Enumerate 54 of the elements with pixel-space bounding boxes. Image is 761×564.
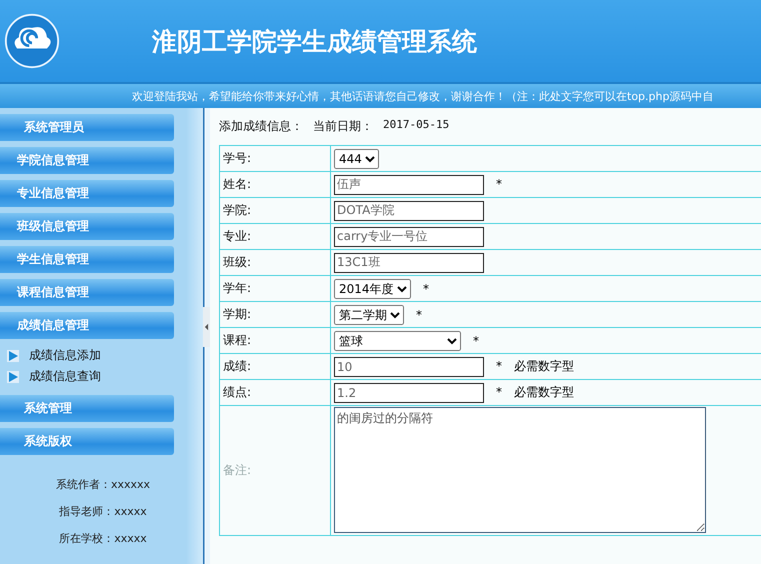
dropdown[interactable]: 篮球 bbox=[334, 330, 461, 350]
menu-header[interactable]: 系统版权 bbox=[0, 428, 174, 455]
input-field[interactable]: 伍声 bbox=[334, 174, 484, 194]
date-label: 当前日期： bbox=[313, 118, 373, 135]
field-label: 学年: bbox=[223, 281, 252, 295]
hint-text: 必需数字型 bbox=[514, 384, 574, 399]
field-label: 备注: bbox=[223, 463, 252, 477]
field-label: 学号: bbox=[223, 151, 252, 165]
menu-header[interactable]: 班级信息管理 bbox=[0, 213, 174, 240]
current-date: 2017-05-15 bbox=[383, 118, 450, 133]
cloud-logo-icon bbox=[4, 13, 60, 69]
field-label: 姓名: bbox=[223, 177, 252, 191]
field-label: 班级: bbox=[223, 255, 252, 269]
menu-header[interactable]: 成绩信息管理 bbox=[0, 312, 174, 339]
field-label: 学院: bbox=[223, 203, 252, 217]
field-label: 专业: bbox=[223, 229, 252, 243]
field-label: 成绩: bbox=[223, 359, 252, 373]
play-icon bbox=[7, 370, 19, 382]
input-field[interactable]: carry专业一号位 bbox=[334, 226, 484, 246]
remark-textarea[interactable]: 的闺房过的分隔符 bbox=[334, 407, 706, 533]
left-arrow-icon bbox=[204, 323, 209, 331]
required-mark: * bbox=[423, 282, 429, 296]
form-heading: 添加成绩信息： bbox=[219, 118, 303, 135]
dropdown[interactable]: 第二学期 bbox=[334, 304, 404, 324]
input-field[interactable]: 1.2 bbox=[334, 382, 484, 402]
input-field[interactable]: 13C1班 bbox=[334, 252, 484, 272]
required-mark: * bbox=[496, 176, 502, 191]
info-text: 系统作者：xxxxxx bbox=[56, 477, 150, 492]
system-title: 淮阴工学院学生成绩管理系统 bbox=[152, 26, 477, 58]
hint-text: 必需数字型 bbox=[514, 358, 574, 373]
info-text: 指导老师：xxxxx bbox=[59, 504, 147, 519]
field-label: 课程: bbox=[223, 333, 252, 347]
menu-header[interactable]: 课程信息管理 bbox=[0, 279, 174, 306]
menu-header[interactable]: 系统管理 bbox=[0, 395, 174, 422]
menu-header[interactable]: 专业信息管理 bbox=[0, 180, 174, 207]
dropdown[interactable]: 444 bbox=[334, 148, 379, 168]
required-mark: * bbox=[473, 334, 479, 348]
menu-header[interactable]: 学院信息管理 bbox=[0, 147, 174, 174]
menu-header[interactable]: 系统管理员 bbox=[0, 114, 174, 141]
input-field[interactable]: DOTA学院 bbox=[334, 200, 484, 220]
submenu-link[interactable]: 成绩信息查询 bbox=[0, 366, 186, 387]
submenu-link[interactable]: 成绩信息添加 bbox=[0, 345, 186, 366]
required-mark: * bbox=[496, 384, 502, 399]
welcome-marquee: 欢迎登陆我站，希望能给你带来好心情，其他话语请您自己修改，谢谢合作！（注：此处文字您可以在top.php源码中自 bbox=[132, 88, 714, 104]
required-mark: * bbox=[496, 358, 502, 373]
required-mark: * bbox=[416, 308, 422, 322]
play-icon bbox=[7, 350, 19, 362]
collapse-handle[interactable] bbox=[203, 307, 210, 347]
input-field[interactable]: 10 bbox=[334, 356, 484, 376]
field-label: 绩点: bbox=[223, 385, 252, 399]
info-text: 所在学校：xxxxx bbox=[59, 531, 147, 546]
dropdown[interactable]: 2014年度 bbox=[334, 278, 411, 298]
menu-header[interactable]: 学生信息管理 bbox=[0, 246, 174, 273]
field-label: 学期: bbox=[223, 307, 252, 321]
